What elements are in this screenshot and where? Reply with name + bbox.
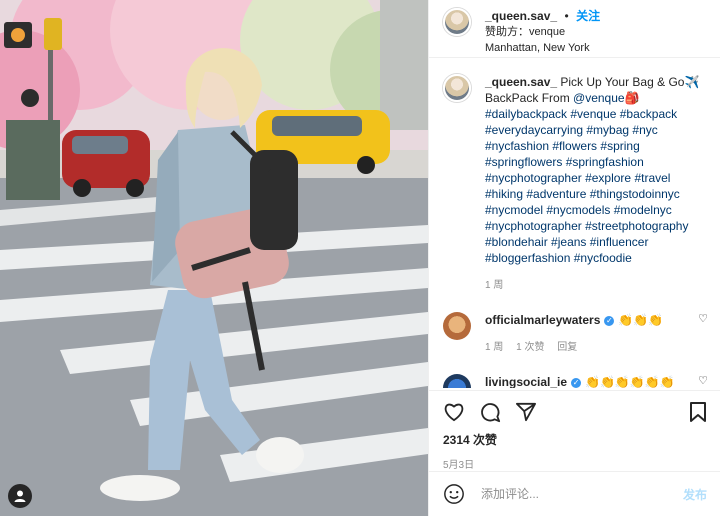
comment-body: livingsocial_ie ✓ 👏👏👏👏👏👏 [485, 374, 705, 388]
verified-badge-icon: ✓ [604, 315, 615, 326]
add-comment-bar: 发布 [429, 471, 720, 516]
action-icons-row [443, 399, 707, 425]
sponsor-line[interactable]: 赞助方：venque [485, 24, 600, 40]
reply-button[interactable]: 回复 [557, 342, 577, 353]
caption-row: _queen.sav_ Pick Up Your Bag & Go✈️ Back… [443, 74, 706, 294]
share-icon[interactable] [515, 402, 537, 422]
post-date[interactable]: 5月3日 [443, 456, 707, 471]
user-tag-icon[interactable] [8, 484, 32, 508]
heart-icon[interactable] [443, 402, 465, 422]
commenter-username[interactable]: livingsocial_ie [485, 375, 567, 388]
caption-emoji: 🎒 [624, 91, 640, 105]
author-username[interactable]: _queen.sav_ [485, 9, 557, 23]
post-sidebar: _queen.sav_ • 关注 赞助方：venque Manhattan, N… [428, 0, 720, 516]
caption-time[interactable]: 1 周 [485, 280, 503, 291]
comment-time[interactable]: 1 周 [485, 342, 503, 353]
comment-text: 👏👏👏 [618, 313, 664, 327]
mention-link[interactable]: @venque [573, 91, 625, 105]
post-photo[interactable] [0, 0, 428, 516]
bookmark-icon[interactable] [689, 401, 707, 423]
caption-meta: 1 周 [485, 278, 705, 294]
comment-item: livingsocial_ie ✓ 👏👏👏👏👏👏 ♡ [443, 374, 708, 388]
author-avatar[interactable] [443, 8, 471, 36]
like-count[interactable]: 2314 次赞 [443, 431, 707, 448]
comment-meta: 1 周 1 次赞 回复 [485, 340, 705, 356]
caption-avatar[interactable] [443, 74, 471, 102]
comment-like-heart-icon[interactable]: ♡ [698, 374, 708, 387]
post-header: _queen.sav_ • 关注 赞助方：venque Manhattan, N… [429, 0, 720, 58]
separator-dot: • [564, 9, 569, 23]
comment-input[interactable] [479, 486, 683, 502]
caption-hashtags[interactable]: #dailybackpack #venque #backpack #everyd… [485, 107, 688, 265]
location-link[interactable]: Manhattan, New York [485, 40, 600, 56]
person-icon [14, 490, 26, 502]
comment-item: officialmarleywaters ✓ 👏👏👏 1 周 1 次赞 回复 ♡ [443, 312, 708, 356]
commenter-avatar[interactable] [443, 312, 471, 340]
emoji-icon[interactable] [443, 483, 465, 505]
post-comment-button[interactable]: 发布 [683, 486, 707, 503]
caption-body: _queen.sav_ Pick Up Your Bag & Go✈️ Back… [485, 74, 705, 294]
follow-button[interactable]: 关注 [576, 9, 600, 23]
comment-body: officialmarleywaters ✓ 👏👏👏 1 周 1 次赞 回复 [485, 312, 705, 356]
comments-panel[interactable]: _queen.sav_ Pick Up Your Bag & Go✈️ Back… [429, 58, 720, 388]
caption-username[interactable]: _queen.sav_ [485, 75, 557, 89]
post-actions: 2314 次赞 5月3日 [429, 390, 720, 471]
commenter-avatar[interactable] [443, 374, 471, 388]
comment-icon[interactable] [479, 401, 501, 423]
commenter-username[interactable]: officialmarleywaters [485, 313, 600, 327]
comment-text: 👏👏👏👏👏👏 [585, 375, 675, 388]
instagram-post-view: _queen.sav_ • 关注 赞助方：venque Manhattan, N… [0, 0, 720, 516]
verified-badge-icon: ✓ [571, 377, 582, 388]
comment-like-heart-icon[interactable]: ♡ [698, 312, 708, 325]
comment-likes[interactable]: 1 次赞 [516, 342, 544, 353]
street-scene-image [0, 0, 428, 516]
header-text: _queen.sav_ • 关注 赞助方：venque Manhattan, N… [485, 8, 600, 56]
